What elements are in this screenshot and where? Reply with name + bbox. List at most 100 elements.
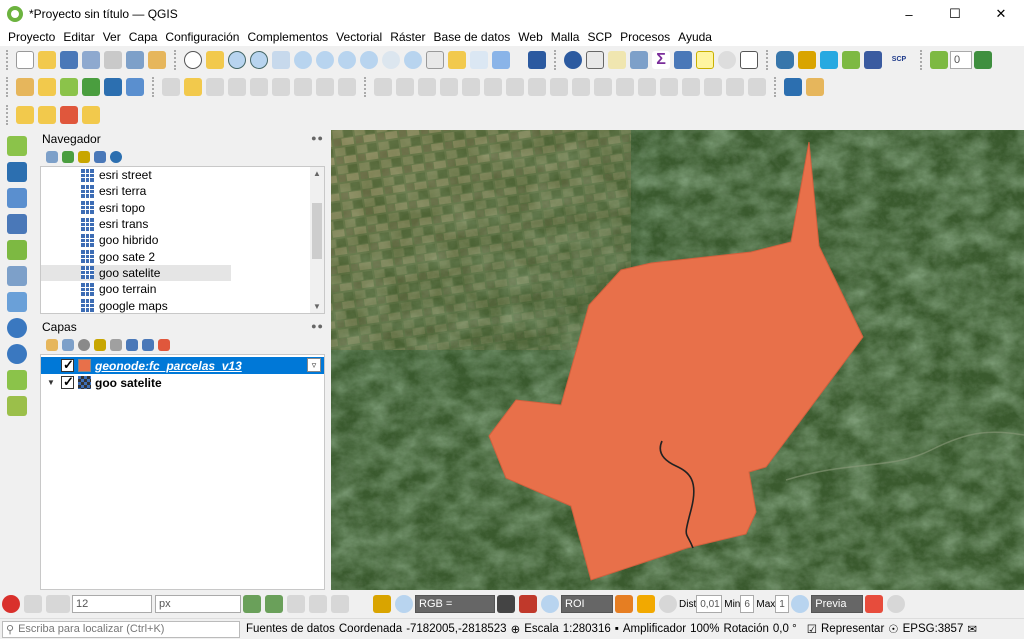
open-project-icon[interactable]	[38, 51, 56, 69]
scp-band-icon[interactable]	[820, 51, 838, 69]
filter-indicator-icon[interactable]: ▿	[307, 358, 321, 372]
new-vector-layer-icon[interactable]	[7, 396, 27, 416]
scp-add-roi-icon[interactable]	[637, 595, 655, 613]
new-map-view-icon[interactable]	[426, 51, 444, 69]
help-icon[interactable]	[528, 51, 546, 69]
processing-toolbox-icon[interactable]	[630, 51, 648, 69]
show-bookmarks-icon[interactable]	[470, 51, 488, 69]
add-wfs-icon[interactable]	[7, 344, 27, 364]
style-manager-icon[interactable]	[148, 51, 166, 69]
zoom-out-icon[interactable]	[250, 51, 268, 69]
scp-raster-icon[interactable]	[930, 51, 948, 69]
snap-mode-icon[interactable]	[46, 595, 70, 613]
menu-procesos[interactable]: Procesos	[616, 30, 674, 44]
snap-layers-icon[interactable]	[24, 595, 42, 613]
add-wms-layer-icon[interactable]	[126, 78, 144, 96]
layer-row-parcelas[interactable]: geonode:fc_parcelas_v13 ▿	[41, 357, 324, 374]
save-project-icon[interactable]	[60, 51, 78, 69]
snap-intersection-icon[interactable]	[265, 595, 283, 613]
scp-dock-icon[interactable]	[842, 51, 860, 69]
zoom-layer-icon[interactable]	[338, 51, 356, 69]
field-calculator-icon[interactable]	[608, 51, 626, 69]
add-wms-icon[interactable]	[7, 318, 27, 338]
scp-input-icon[interactable]	[373, 595, 391, 613]
new-project-icon[interactable]	[16, 51, 34, 69]
delete-ring-icon[interactable]	[550, 78, 568, 96]
add-spatialite-icon[interactable]	[7, 240, 27, 260]
nav-item[interactable]: esri street	[41, 167, 324, 183]
new-layer-icon[interactable]	[38, 78, 56, 96]
menu-web[interactable]: Web	[514, 30, 546, 44]
statistics-sigma-icon[interactable]: Σ	[652, 51, 670, 69]
crs-value[interactable]: EPSG:3857	[903, 623, 964, 635]
data-source-manager-icon[interactable]	[16, 78, 34, 96]
rgb-select[interactable]: RGB =	[415, 595, 495, 613]
map-canvas[interactable]	[331, 130, 1024, 590]
spin-input[interactable]: 0	[950, 51, 972, 69]
python-console-icon[interactable]	[776, 51, 794, 69]
nav-item[interactable]: goo hibrido	[41, 232, 324, 248]
snap-units-select[interactable]: px	[155, 595, 241, 613]
undo-icon[interactable]	[374, 78, 392, 96]
menu-raster[interactable]: Ráster	[386, 30, 429, 44]
text-annotation-icon[interactable]	[740, 51, 758, 69]
menu-ver[interactable]: Ver	[99, 30, 125, 44]
snap-tolerance-input[interactable]: 12	[72, 595, 152, 613]
filter-nav-icon[interactable]	[78, 151, 90, 163]
expand-all-icon[interactable]	[126, 339, 138, 351]
nav-item[interactable]: esri trans	[41, 216, 324, 232]
add-raster-icon[interactable]	[7, 162, 27, 182]
layer-visibility-checkbox[interactable]	[61, 357, 74, 373]
manage-visibility-icon[interactable]	[78, 339, 90, 351]
scp-zoom-roi-icon[interactable]	[541, 595, 559, 613]
add-raster-layer-icon[interactable]	[82, 78, 100, 96]
georeferencer-icon[interactable]	[784, 78, 802, 96]
menu-base-de-datos[interactable]: Base de datos	[430, 30, 515, 44]
crs-globe-icon[interactable]: ☉	[888, 622, 898, 636]
menu-scp[interactable]: SCP	[583, 30, 616, 44]
scp-stretch-icon[interactable]	[519, 595, 537, 613]
avoid-overlap-icon[interactable]	[331, 595, 349, 613]
min-input[interactable]: 6	[740, 595, 755, 613]
save-as-icon[interactable]	[82, 51, 100, 69]
identify-icon[interactable]	[564, 51, 582, 69]
scp-run-icon[interactable]	[974, 51, 992, 69]
digitizing-tools-icon[interactable]	[806, 78, 824, 96]
offset-curve-icon[interactable]	[616, 78, 634, 96]
zoom-selection-icon[interactable]	[316, 51, 334, 69]
add-feature-icon[interactable]	[228, 78, 246, 96]
redo-icon[interactable]	[396, 78, 414, 96]
add-vector-icon[interactable]	[7, 136, 27, 156]
cut-feature-icon[interactable]	[294, 78, 312, 96]
nav-item[interactable]: goo sate 2	[41, 248, 324, 264]
preview-toggle[interactable]: Previa	[811, 595, 864, 613]
filter-legend-icon[interactable]	[94, 339, 106, 351]
edit-pencil-icon[interactable]	[162, 78, 180, 96]
merge-attributes-icon[interactable]	[704, 78, 722, 96]
remove-layer-icon[interactable]	[158, 339, 170, 351]
scp-preview-zoom-icon[interactable]	[791, 595, 810, 613]
menu-vectorial[interactable]: Vectorial	[332, 30, 386, 44]
snapping-magnet-icon[interactable]	[2, 595, 20, 613]
layer-visibility-checkbox[interactable]	[61, 374, 74, 390]
bookmark-icon[interactable]	[448, 51, 466, 69]
select-by-value-icon[interactable]	[38, 106, 56, 124]
scp-network-icon[interactable]	[864, 51, 882, 69]
pan-to-selection-icon[interactable]	[206, 51, 224, 69]
digitize-curve-icon[interactable]	[418, 78, 436, 96]
select-features-icon[interactable]	[16, 106, 34, 124]
minimize-button[interactable]: –	[886, 0, 932, 28]
scp-refresh-icon[interactable]	[887, 595, 906, 613]
magnifier-value[interactable]: 100%	[690, 623, 719, 635]
percent-icon[interactable]	[497, 595, 515, 613]
delete-feature-icon[interactable]	[272, 78, 290, 96]
vertex-tool-icon[interactable]	[250, 78, 268, 96]
pan-icon[interactable]	[184, 51, 202, 69]
toggle-extents-icon[interactable]: ⊕	[511, 622, 521, 636]
zoom-native-icon[interactable]	[360, 51, 378, 69]
copy-feature-icon[interactable]	[316, 78, 334, 96]
maximize-button[interactable]: ☐	[932, 0, 978, 28]
nav-item-selected[interactable]: goo satelite	[41, 264, 231, 282]
split-features-icon[interactable]	[638, 78, 656, 96]
paste-feature-icon[interactable]	[338, 78, 356, 96]
